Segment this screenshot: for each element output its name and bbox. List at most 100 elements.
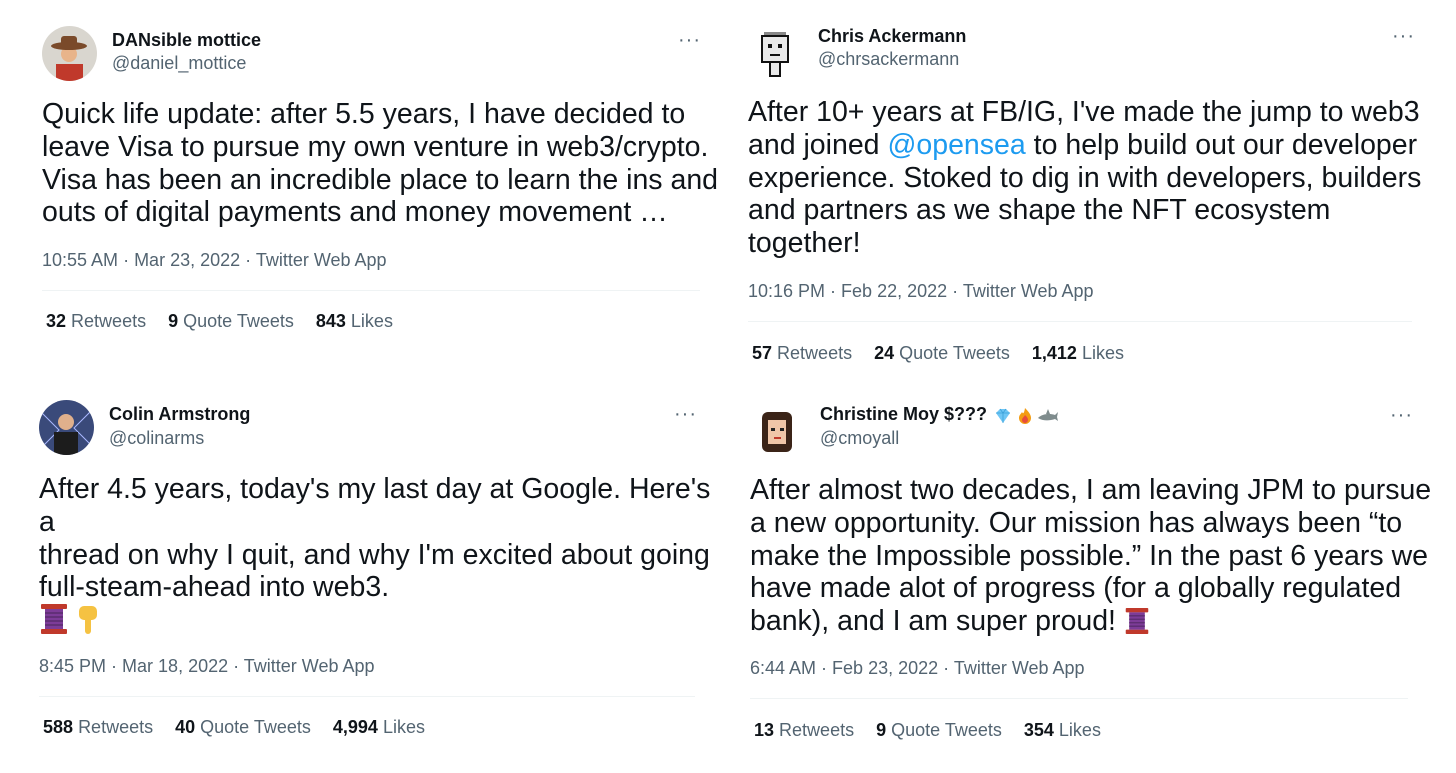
divider (750, 698, 1408, 699)
tweet-text: After almost two decades, I am leaving J… (750, 474, 1450, 638)
mention-link[interactable]: @opensea (887, 129, 1025, 161)
tweet-date[interactable]: Feb 22, 2022 (841, 281, 947, 301)
avatar[interactable] (750, 404, 805, 459)
quote-tweets-stat[interactable]: 9 Quote Tweets (876, 720, 1002, 741)
tweet-text-line: thread on why I quit, and why I'm excite… (39, 538, 710, 571)
separator: · (938, 658, 954, 678)
retweets-count: 57 (752, 343, 773, 363)
tweet-time[interactable]: 6:44 AM (750, 658, 816, 678)
tweet-text-line: and joined @opensea to help build out ou… (748, 129, 1448, 162)
quote-tweets-stat[interactable]: 24 Quote Tweets (874, 343, 1010, 364)
display-name[interactable]: Christine Moy $??? (820, 404, 987, 424)
display-name[interactable]: DANsible mottice (112, 30, 261, 51)
quote-tweets-label: Quote Tweets (183, 311, 294, 331)
retweets-stat[interactable]: 57 Retweets (752, 343, 852, 364)
likes-count: 843 (315, 311, 346, 331)
retweets-label: Retweets (779, 720, 855, 740)
tweet-source[interactable]: Twitter Web App (244, 656, 375, 676)
avatar[interactable] (39, 400, 94, 455)
display-name[interactable]: Colin Armstrong (109, 404, 250, 425)
tweet-date[interactable]: Feb 23, 2022 (832, 658, 938, 678)
quote-tweets-label: Quote Tweets (200, 717, 311, 737)
separator: · (240, 250, 256, 270)
tweet-time[interactable]: 10:55 AM (42, 250, 118, 270)
tweet-time[interactable]: 8:45 PM (39, 656, 106, 676)
likes-stat[interactable]: 1,412 Likes (1032, 343, 1124, 364)
text-segment: bank), and I am super proud! (750, 605, 1124, 638)
likes-count: 4,994 (332, 717, 378, 737)
separator: · (825, 281, 842, 301)
text-segment: and joined (748, 128, 888, 161)
quote-tweets-stat[interactable]: 40 Quote Tweets (175, 717, 311, 738)
retweets-count: 13 (754, 720, 775, 740)
tweet-stats: 13 Retweets 9 Quote Tweets 354 Likes (754, 720, 1101, 741)
avatar[interactable] (42, 26, 97, 81)
likes-label: Likes (1058, 720, 1101, 740)
tweet-text-line: and partners as we shape the NFT ecosyst… (748, 194, 1331, 227)
separator: · (816, 658, 833, 678)
tweet-text-line: have made alot of progress (for a global… (750, 572, 1402, 605)
separator: · (947, 281, 963, 301)
tweet-card-colin-armstrong[interactable]: Colin Armstrong @colinarms ··· After 4.5… (0, 386, 728, 773)
shark-icon (1038, 408, 1059, 421)
fire-icon (1019, 407, 1032, 424)
likes-count: 1,412 (1031, 343, 1077, 363)
more-options-icon[interactable]: ··· (678, 30, 701, 50)
quote-tweets-stat[interactable]: 9 Quote Tweets (168, 311, 294, 332)
name-badges (993, 406, 1059, 426)
likes-stat[interactable]: 4,994 Likes (333, 717, 425, 738)
tweet-text-line: together! (748, 227, 861, 260)
user-handle[interactable]: @chrsackermann (818, 49, 959, 70)
tweet-card-chris-ackermann[interactable]: Chris Ackermann @chrsackermann ··· After… (728, 0, 1456, 386)
pixel-portrait-avatar-icon (750, 404, 805, 459)
separator: · (106, 656, 123, 676)
retweets-stat[interactable]: 13 Retweets (754, 720, 854, 741)
tweet-source[interactable]: Twitter Web App (954, 658, 1085, 678)
tweet-meta: 10:55 AM · Mar 23, 2022 · Twitter Web Ap… (42, 250, 387, 271)
user-handle[interactable]: @daniel_mottice (112, 53, 246, 74)
quote-tweets-count: 9 (876, 720, 887, 740)
tweet-text-line: experience. Stoked to dig in with develo… (748, 161, 1422, 194)
tweet-stats: 588 Retweets 40 Quote Tweets 4,994 Likes (43, 717, 425, 738)
tweet-card-christine-moy[interactable]: Christine Moy $??? @cmoyall ··· After al… (728, 386, 1456, 773)
retweets-label: Retweets (777, 343, 853, 363)
likes-label: Likes (350, 311, 393, 331)
tweet-date[interactable]: Mar 18, 2022 (122, 656, 228, 676)
thread-spool-icon (41, 604, 67, 634)
tweet-text: After 10+ years at FB/IG, I've made the … (748, 96, 1448, 260)
tweet-text-line: After 4.5 years, today's my last day at … (39, 473, 711, 538)
tweet-meta: 6:44 AM · Feb 23, 2022 · Twitter Web App (750, 658, 1085, 679)
retweets-stat[interactable]: 32 Retweets (46, 311, 146, 332)
tweet-text-line: outs of digital payments and money movem… (42, 196, 668, 229)
display-name[interactable]: Chris Ackermann (818, 26, 966, 47)
user-handle[interactable]: @cmoyall (820, 428, 899, 449)
display-name-row: Christine Moy $??? (820, 404, 1059, 426)
person-photo-avatar-icon (39, 400, 94, 455)
tweet-meta: 8:45 PM · Mar 18, 2022 · Twitter Web App (39, 656, 375, 677)
tweet-text: Quick life update: after 5.5 years, I ha… (42, 98, 722, 229)
tweet-text-line: full-steam-ahead into web3. (39, 571, 390, 604)
retweets-label: Retweets (71, 311, 147, 331)
more-options-icon[interactable]: ··· (1392, 26, 1415, 46)
retweets-count: 32 (46, 311, 67, 331)
pixel-punk-avatar-icon (748, 24, 803, 79)
divider (39, 696, 695, 697)
tweet-source[interactable]: Twitter Web App (963, 281, 1094, 301)
likes-label: Likes (1081, 343, 1124, 363)
retweets-label: Retweets (78, 717, 154, 737)
retweets-count: 588 (43, 717, 74, 737)
retweets-stat[interactable]: 588 Retweets (43, 717, 153, 738)
tweet-time[interactable]: 10:16 PM (748, 281, 825, 301)
tweet-card-daniel-mottice[interactable]: DANsible mottice @daniel_mottice ··· Qui… (0, 0, 728, 386)
avatar[interactable] (748, 24, 803, 79)
likes-stat[interactable]: 843 Likes (316, 311, 393, 332)
tweet-date[interactable]: Mar 23, 2022 (134, 250, 240, 270)
divider (748, 321, 1412, 322)
thread-spool-icon (1125, 607, 1149, 634)
separator: · (118, 250, 135, 270)
more-options-icon[interactable]: ··· (1390, 405, 1413, 425)
likes-stat[interactable]: 354 Likes (1024, 720, 1101, 741)
more-options-icon[interactable]: ··· (674, 404, 697, 424)
user-handle[interactable]: @colinarms (109, 428, 204, 449)
tweet-source[interactable]: Twitter Web App (256, 250, 387, 270)
